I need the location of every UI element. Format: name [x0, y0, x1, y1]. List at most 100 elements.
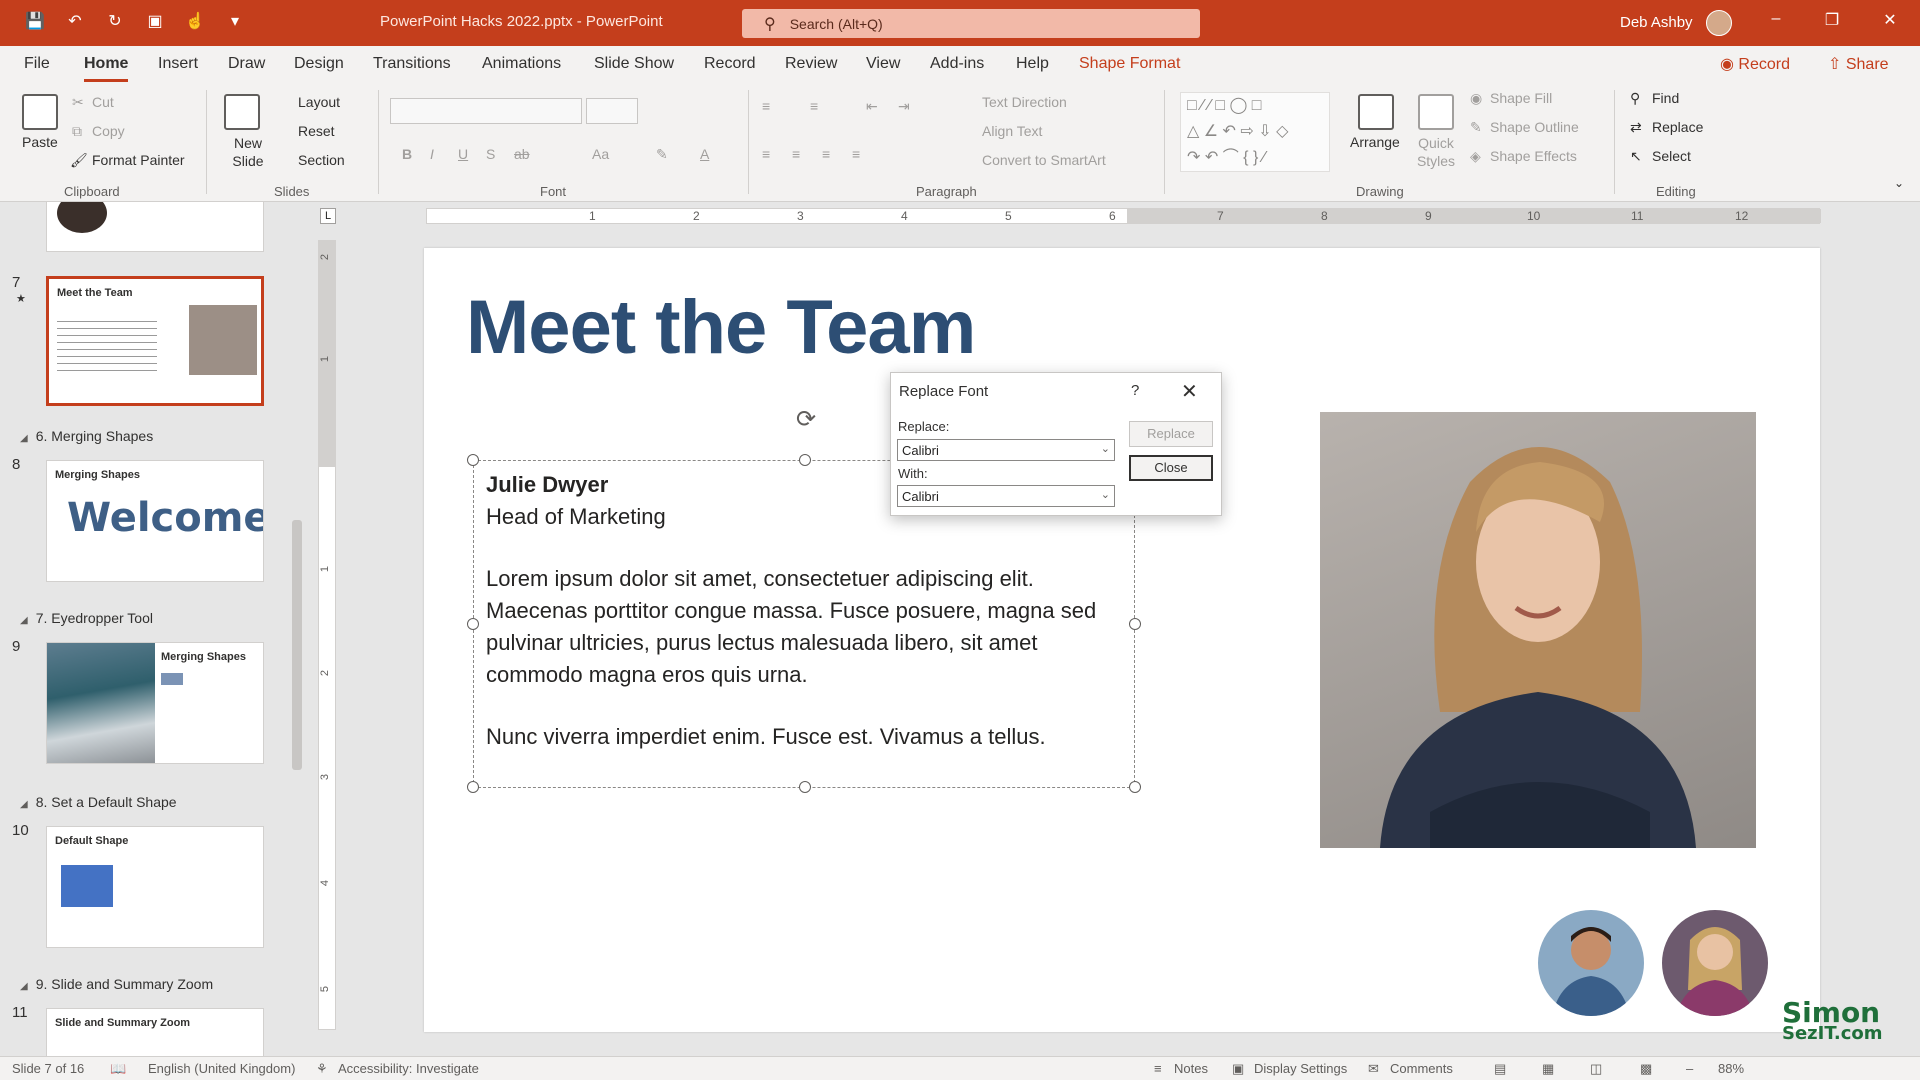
help-icon[interactable]: ? — [1131, 382, 1139, 399]
avatar[interactable] — [1706, 10, 1732, 36]
resize-handle[interactable] — [1129, 781, 1141, 793]
justify-icon[interactable]: ≡ — [852, 146, 860, 162]
quick-styles-button[interactable]: Quick Styles — [1416, 134, 1456, 170]
paste-icon[interactable] — [22, 94, 58, 130]
slide-thumbnail-10[interactable]: Default Shape — [46, 826, 264, 948]
replace-font-select[interactable]: Calibri ⌄ — [897, 439, 1115, 461]
user-name[interactable]: Deb Ashby — [1620, 14, 1693, 31]
section-header-9[interactable]: ◢ 9. Slide and Summary Zoom — [20, 976, 213, 992]
new-slide-icon[interactable] — [224, 94, 260, 130]
normal-view-icon[interactable]: ▤ — [1494, 1061, 1506, 1077]
font-size-box[interactable] — [586, 98, 638, 124]
format-painter-button[interactable]: Format Painter — [92, 152, 185, 168]
tab-home[interactable]: Home — [84, 55, 129, 82]
rotate-handle-icon[interactable]: ⟳ — [796, 405, 816, 434]
customize-qat-icon[interactable]: ▾ — [224, 10, 246, 32]
replace-button-dialog[interactable]: Replace — [1129, 421, 1213, 447]
tab-slide-show[interactable]: Slide Show — [594, 55, 674, 73]
language-status[interactable]: English (United Kingdom) — [148, 1061, 295, 1076]
slide-thumbnail-7[interactable]: Meet the Team — [46, 276, 264, 406]
scrollbar-thumb[interactable] — [292, 520, 302, 770]
resize-handle[interactable] — [799, 781, 811, 793]
shapes-gallery[interactable]: □ ∕ ∕ □ ◯ □ △ ∠ ↶ ⇨ ⇩ ◇ ↷ ↶ ⌒ { } ∕ — [1180, 92, 1330, 172]
minimize-icon[interactable]: – — [1764, 10, 1788, 28]
cut-button[interactable]: Cut — [92, 94, 114, 110]
resize-handle[interactable] — [799, 454, 811, 466]
tab-transitions[interactable]: Transitions — [373, 55, 451, 73]
align-center-icon[interactable]: ≡ — [792, 146, 800, 162]
redo-icon[interactable]: ↻ — [104, 10, 126, 32]
comments-button[interactable]: Comments — [1390, 1061, 1453, 1076]
zoom-out-icon[interactable]: – — [1686, 1061, 1693, 1076]
align-text-button[interactable]: Align Text — [982, 123, 1042, 139]
quick-styles-icon[interactable] — [1418, 94, 1454, 130]
font-color-icon[interactable]: A — [700, 146, 709, 162]
select-button[interactable]: Select — [1652, 148, 1691, 164]
notes-button[interactable]: Notes — [1174, 1061, 1208, 1076]
change-case-icon[interactable]: Aa — [592, 146, 609, 162]
close-icon[interactable]: ✕ — [1181, 379, 1198, 404]
share-button[interactable]: ⇧ Share — [1828, 54, 1889, 74]
restore-icon[interactable]: ❐ — [1820, 10, 1844, 30]
accessibility-status[interactable]: Accessibility: Investigate — [338, 1061, 479, 1076]
resize-handle[interactable] — [467, 618, 479, 630]
search-box[interactable]: ⚲ Search (Alt+Q) — [742, 9, 1200, 38]
slide-show-icon[interactable]: ▩ — [1640, 1061, 1652, 1077]
increase-indent-icon[interactable]: ⇥ — [898, 98, 910, 115]
spell-check-icon[interactable]: 📖 — [110, 1061, 126, 1077]
layout-button[interactable]: Layout — [298, 94, 340, 110]
italic-icon[interactable]: I — [430, 146, 434, 162]
section-button[interactable]: Section — [298, 152, 345, 168]
align-right-icon[interactable]: ≡ — [822, 146, 830, 162]
slide-thumbnail-9[interactable]: Merging Shapes — [46, 642, 264, 764]
section-header-8[interactable]: ◢ 8. Set a Default Shape — [20, 794, 177, 810]
find-button[interactable]: Find — [1652, 90, 1679, 106]
tab-insert[interactable]: Insert — [158, 55, 198, 73]
tab-file[interactable]: File — [24, 55, 50, 73]
shape-fill-button[interactable]: Shape Fill — [1490, 90, 1552, 106]
collapse-ribbon-icon[interactable]: ⌄ — [1894, 176, 1904, 190]
tab-view[interactable]: View — [866, 55, 900, 73]
chevron-down-icon[interactable]: ⌄ — [1101, 488, 1110, 501]
bold-icon[interactable]: B — [402, 146, 412, 162]
font-name-box[interactable] — [390, 98, 582, 124]
decrease-indent-icon[interactable]: ⇤ — [866, 98, 878, 115]
underline-icon[interactable]: U — [458, 146, 468, 162]
new-slide-button[interactable]: New Slide — [228, 134, 268, 170]
undo-icon[interactable]: ↶ — [64, 10, 86, 32]
slide-thumbnail-11[interactable]: Slide and Summary Zoom — [46, 1008, 264, 1060]
tab-animations[interactable]: Animations — [482, 55, 561, 73]
close-button[interactable]: Close — [1129, 455, 1213, 481]
shadow-icon[interactable]: S — [486, 146, 495, 162]
slide-thumbnail-8[interactable]: Merging Shapes Welcome — [46, 460, 264, 582]
slide-sorter-icon[interactable]: ▦ — [1542, 1061, 1554, 1077]
touch-mode-icon[interactable]: ☝ — [184, 10, 206, 32]
slide-title[interactable]: Meet the Team — [466, 284, 976, 371]
tab-help[interactable]: Help — [1016, 55, 1049, 73]
tab-add-ins[interactable]: Add-ins — [930, 55, 984, 73]
strikethrough-icon[interactable]: ab — [514, 146, 530, 162]
replace-button[interactable]: Replace — [1652, 119, 1703, 135]
convert-smartart-button[interactable]: Convert to SmartArt — [982, 152, 1106, 168]
numbering-icon[interactable]: ≡ — [810, 98, 818, 114]
section-header-7[interactable]: ◢ 7. Eyedropper Tool — [20, 610, 153, 626]
display-settings-button[interactable]: Display Settings — [1254, 1061, 1347, 1076]
close-window-icon[interactable]: ✕ — [1878, 10, 1902, 30]
section-header-6[interactable]: ◢ 6. Merging Shapes — [20, 428, 153, 444]
resize-handle[interactable] — [467, 454, 479, 466]
highlight-icon[interactable]: ✎ — [656, 146, 668, 163]
shape-outline-button[interactable]: Shape Outline — [1490, 119, 1579, 135]
bullets-icon[interactable]: ≡ — [762, 98, 770, 114]
resize-handle[interactable] — [467, 781, 479, 793]
arrange-button[interactable]: Arrange — [1350, 134, 1400, 150]
zoom-level[interactable]: 88% — [1718, 1061, 1744, 1076]
reading-view-icon[interactable]: ◫ — [1590, 1061, 1602, 1077]
chevron-down-icon[interactable]: ⌄ — [1101, 442, 1110, 455]
resize-handle[interactable] — [1129, 618, 1141, 630]
shape-effects-button[interactable]: Shape Effects — [1490, 148, 1577, 164]
tab-design[interactable]: Design — [294, 55, 344, 73]
copy-button[interactable]: Copy — [92, 123, 125, 139]
arrange-icon[interactable] — [1358, 94, 1394, 130]
text-direction-button[interactable]: Text Direction — [982, 94, 1067, 110]
slide-count[interactable]: Slide 7 of 16 — [12, 1061, 84, 1076]
